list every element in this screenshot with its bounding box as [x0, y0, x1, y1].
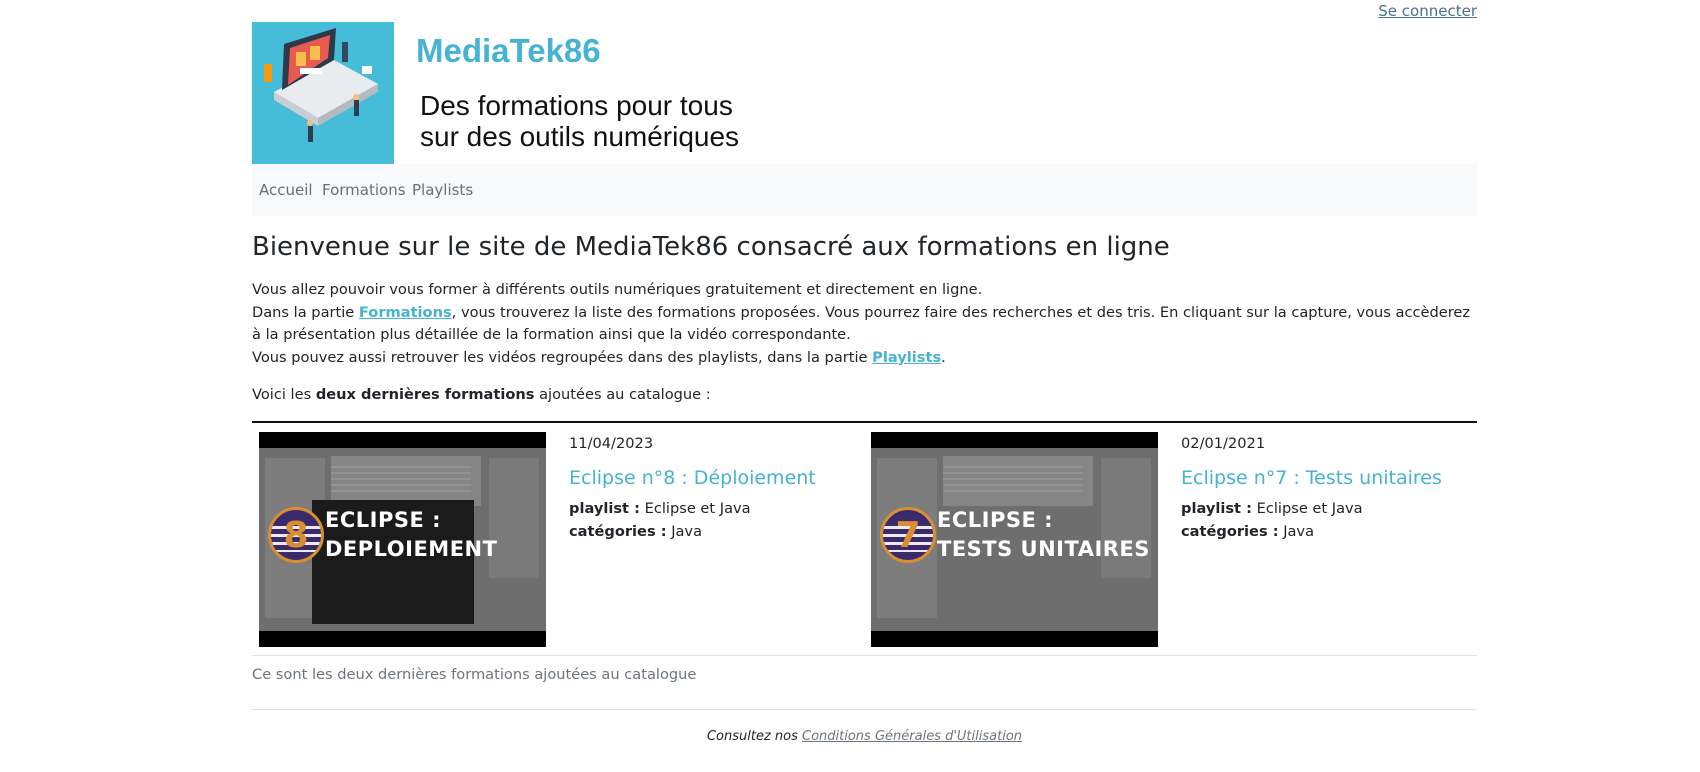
formation-title-link[interactable]: Eclipse n°7 : Tests unitaires — [1181, 467, 1471, 489]
intro-line-2-pre: Dans la partie — [252, 303, 359, 321]
latest-formations-intro: Voici les deux dernières formations ajou… — [252, 386, 711, 403]
formation-thumbnail[interactable]: 7 ECLIPSE : TESTS UNITAIRES — [871, 432, 1158, 647]
playlist-label: playlist : — [569, 500, 640, 517]
tagline-line-2: sur des outils numériques — [420, 121, 740, 152]
formation-playlist: playlist : Eclipse et Java — [569, 498, 859, 521]
intro-line-3-pre: Vous pouvez aussi retrouver les vidéos r… — [252, 349, 873, 367]
formations-link[interactable]: Formations — [359, 304, 452, 321]
intro-line-1: Vous allez pouvoir vous former à différe… — [252, 281, 983, 298]
formation-date: 02/01/2021 — [1181, 435, 1266, 452]
categories-value: Java — [671, 522, 703, 540]
playlist-value: Eclipse et Java — [644, 500, 751, 517]
playlist-label: playlist : — [1181, 500, 1252, 517]
latest-pre: Voici les — [252, 386, 316, 403]
cgu-link[interactable]: Conditions Générales d'Utilisation — [802, 729, 1022, 744]
thumbnail-number: 7 — [895, 515, 921, 556]
table-bottom-border — [252, 655, 1477, 656]
formation-meta: playlist : Eclipse et Java catégories : … — [569, 498, 859, 543]
latest-bold: deux dernières formations — [315, 386, 535, 403]
footer-cgu: Consultez nos Conditions Générales d'Uti… — [252, 729, 1477, 744]
playlist-value: Eclipse et Java — [1256, 500, 1363, 517]
login-link[interactable]: Se connecter — [1378, 2, 1477, 20]
nav-item-accueil[interactable]: Accueil — [259, 181, 313, 199]
eclipse-logo-icon: 7 — [880, 507, 936, 563]
thumbnail-caption-line-2: DEPLOIEMENT — [325, 537, 498, 561]
laptop-illustration-icon — [252, 22, 394, 164]
table-top-border — [252, 421, 1477, 423]
thumbnail-caption: ECLIPSE : TESTS UNITAIRES — [937, 506, 1150, 564]
formation-info: 11/04/2023 Eclipse n°8 : Déploiement pla… — [569, 432, 859, 543]
categories-value: Java — [1283, 522, 1315, 540]
formation-meta: playlist : Eclipse et Java catégories : … — [1181, 498, 1471, 543]
page-heading: Bienvenue sur le site de MediaTek86 cons… — [252, 232, 1170, 262]
intro-text: Vous allez pouvoir vous former à différe… — [252, 279, 1477, 370]
thumbnail-caption: ECLIPSE : DEPLOIEMENT — [325, 506, 497, 564]
formation-card: 7 ECLIPSE : TESTS UNITAIRES 02/01/2021 E… — [864, 432, 1476, 647]
thumbnail-caption-line-1: ECLIPSE : — [325, 508, 442, 532]
formation-info: 02/01/2021 Eclipse n°7 : Tests unitaires… — [1181, 432, 1471, 543]
formation-thumbnail[interactable]: 8 ECLIPSE : DEPLOIEMENT — [259, 432, 546, 647]
cgu-pre: Consultez nos — [706, 729, 803, 744]
formation-card: 8 ECLIPSE : DEPLOIEMENT 11/04/2023 Eclip… — [252, 432, 864, 647]
intro-line-3-post: . — [941, 349, 946, 367]
thumbnail-number: 8 — [283, 515, 309, 556]
footer-divider — [252, 709, 1477, 710]
intro-line-3: Vous pouvez aussi retrouver les vidéos r… — [252, 347, 1477, 370]
categories-label: catégories : — [569, 522, 667, 540]
site-title: MediaTek86 — [416, 32, 601, 69]
formation-date: 11/04/2023 — [569, 435, 654, 452]
formation-categories: catégories : Java — [569, 521, 859, 544]
categories-label: catégories : — [1181, 522, 1279, 540]
thumbnail-caption-line-2: TESTS UNITAIRES — [937, 537, 1150, 561]
eclipse-logo-icon: 8 — [268, 507, 324, 563]
page-container: Se connecter MediaTek86 Des formations p… — [252, 0, 1477, 772]
nav-item-formations[interactable]: Formations — [322, 181, 406, 199]
site-logo[interactable] — [252, 22, 394, 164]
site-tagline: Des formations pour tous sur des outils … — [420, 90, 739, 152]
table-caption: Ce sont les deux dernières formations aj… — [252, 666, 697, 683]
tagline-line-1: Des formations pour tous — [420, 90, 733, 121]
formation-title-link[interactable]: Eclipse n°8 : Déploiement — [569, 467, 859, 489]
latest-post: ajoutées au catalogue : — [534, 386, 711, 403]
nav-item-playlists[interactable]: Playlists — [412, 181, 473, 199]
main-navbar: Accueil Formations Playlists — [252, 164, 1477, 216]
formation-playlist: playlist : Eclipse et Java — [1181, 498, 1471, 521]
formation-categories: catégories : Java — [1181, 521, 1471, 544]
playlists-link[interactable]: Playlists — [872, 349, 941, 366]
thumbnail-caption-line-1: ECLIPSE : — [937, 508, 1054, 532]
intro-line-2: Dans la partie Formations, vous trouvere… — [252, 302, 1477, 347]
